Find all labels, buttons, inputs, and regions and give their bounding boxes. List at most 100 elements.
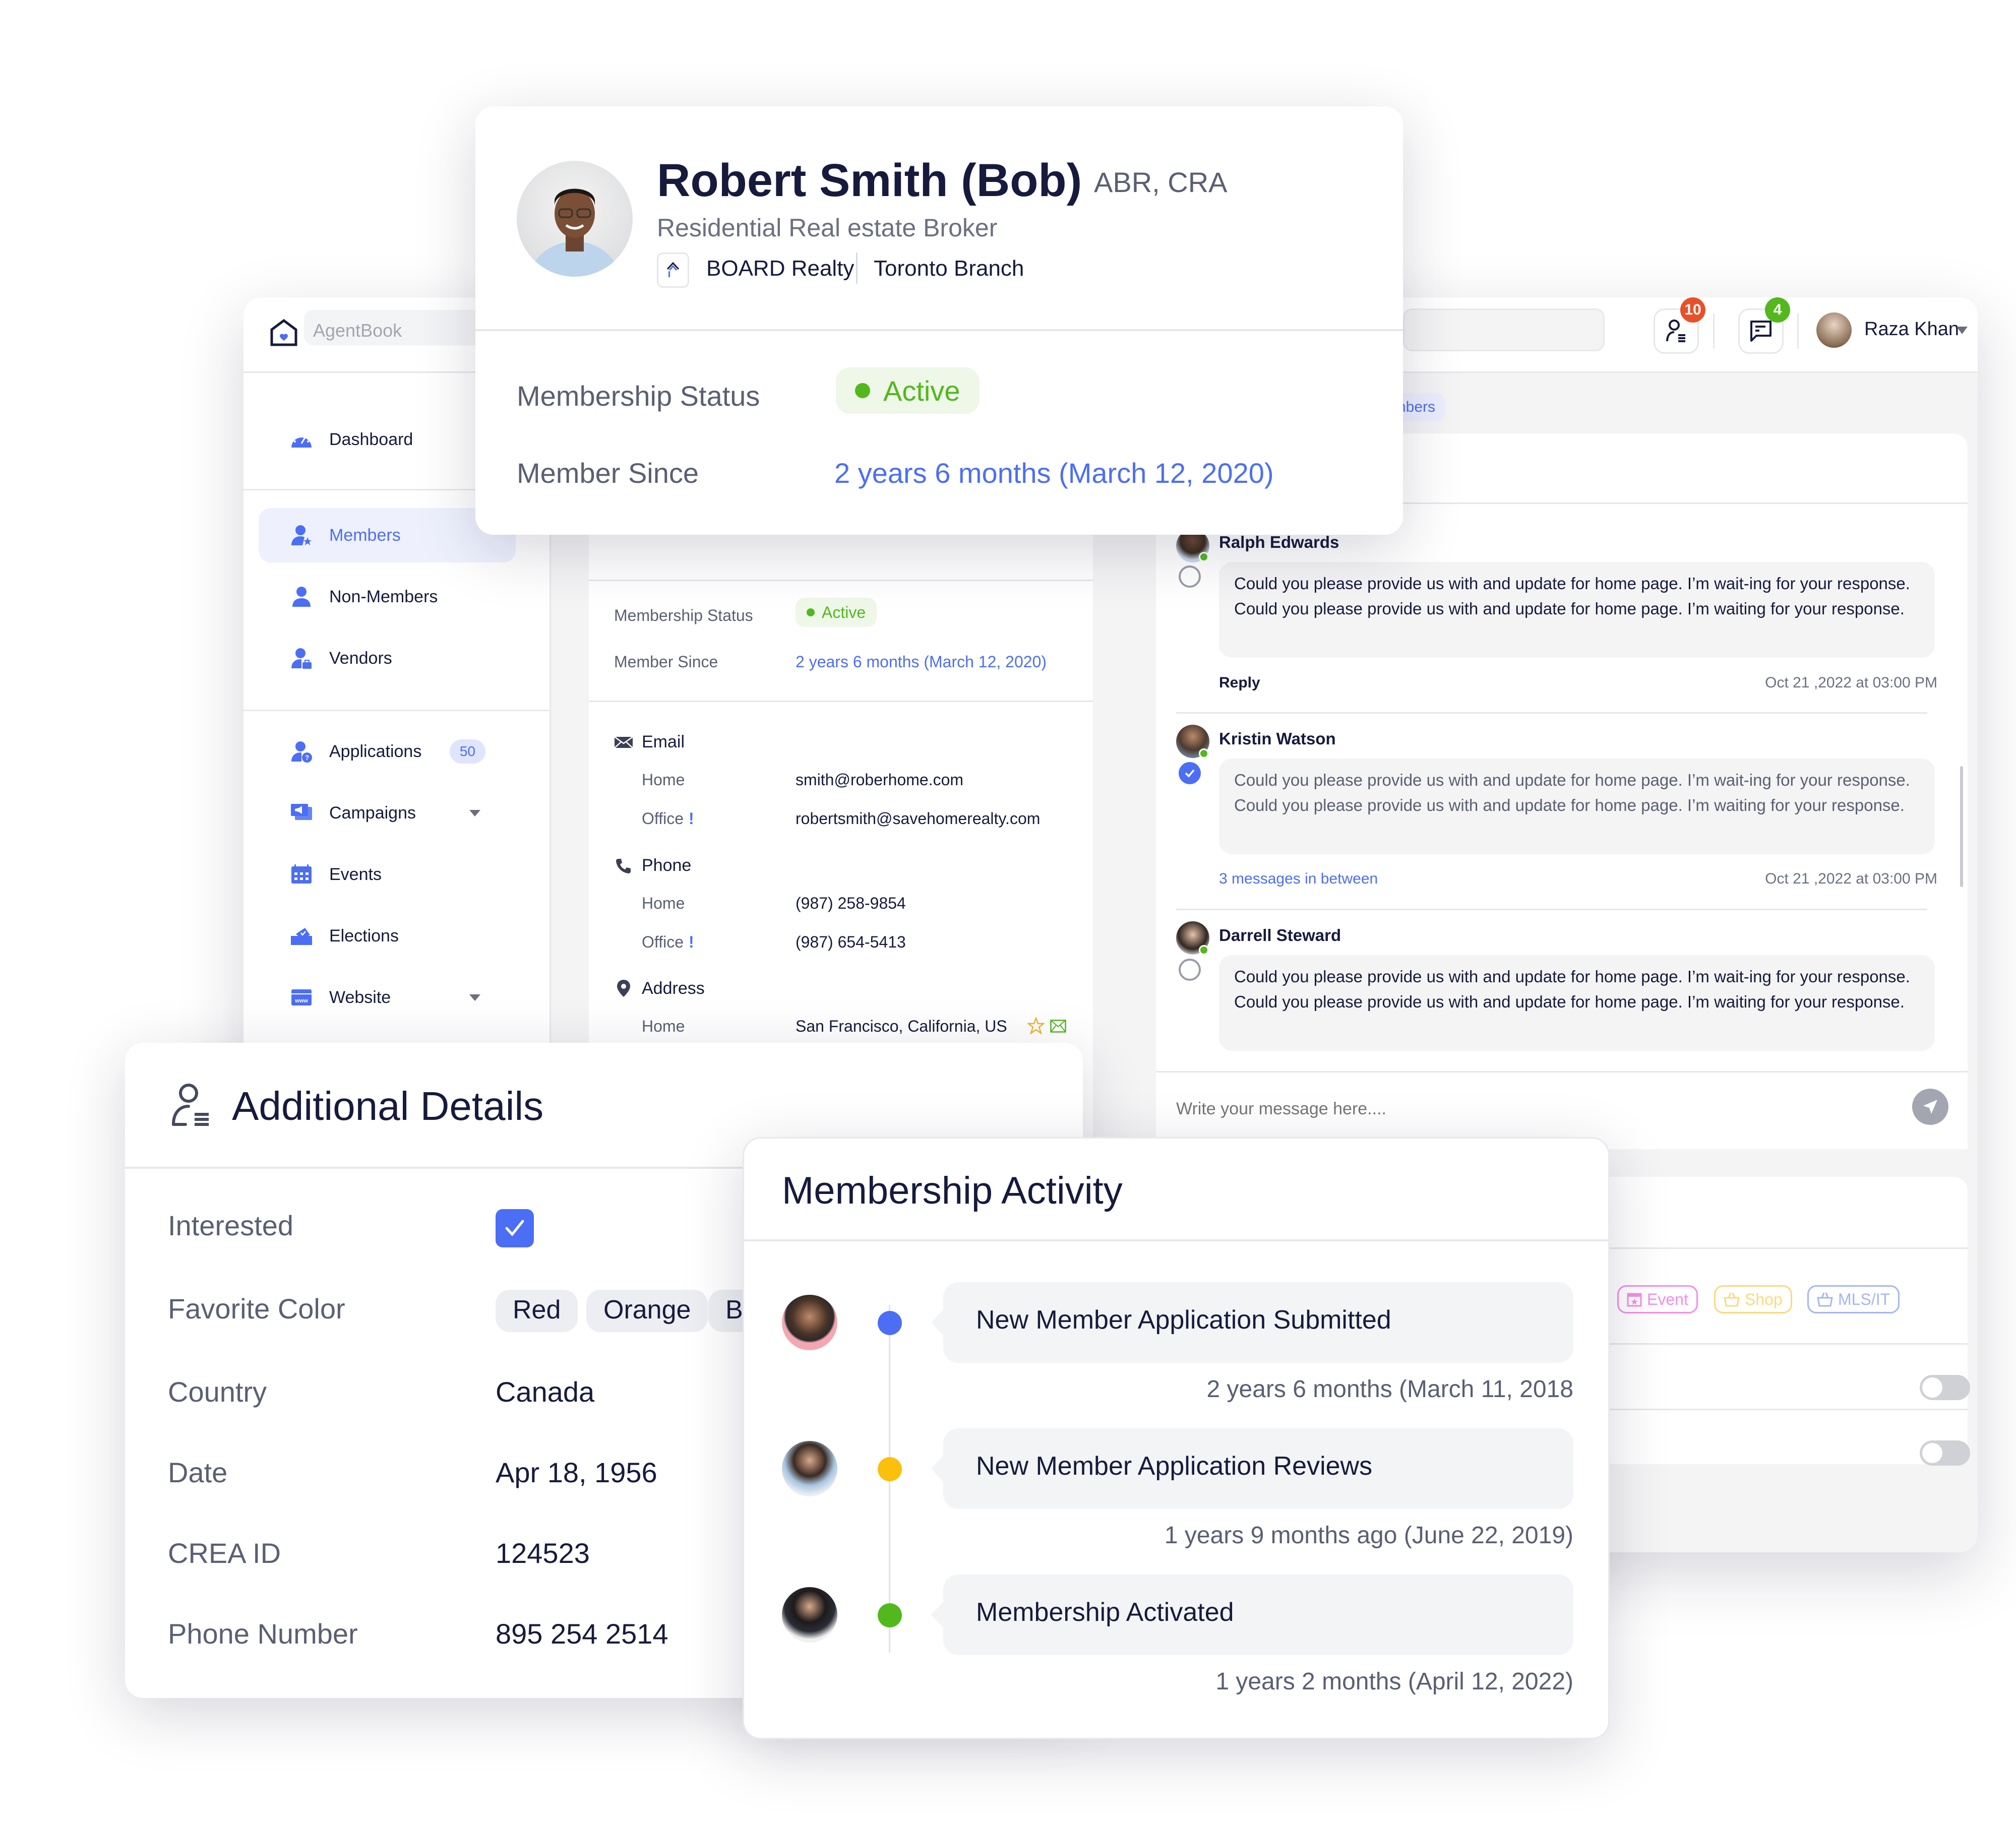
message-bubble: Could you please provide us with and upd…: [1219, 759, 1935, 854]
status-text: Active: [883, 374, 960, 407]
divider: [243, 710, 551, 711]
message-select-radio[interactable]: [1179, 565, 1201, 588]
favorite-color-label: Favorite Color: [168, 1293, 345, 1325]
color-chip-orange[interactable]: Orange: [586, 1290, 708, 1332]
profile-designations: ABR, CRA: [1094, 166, 1228, 198]
phone-icon: [615, 858, 631, 874]
scrollbar[interactable]: [1960, 766, 1963, 887]
label-text: Office: [642, 809, 684, 828]
reply-link[interactable]: Reply: [1219, 674, 1260, 691]
member-since-value[interactable]: 2 years 6 months (March 12, 2020): [834, 457, 1274, 489]
calendar-star-icon: [1627, 1293, 1642, 1307]
send-button[interactable]: [1912, 1089, 1948, 1125]
email-home-value[interactable]: smith@roberhome.com: [796, 771, 963, 789]
divider: [1600, 1247, 1968, 1249]
message-input[interactable]: [1176, 1091, 1882, 1126]
phone-office-value[interactable]: (987) 654-5413: [796, 933, 906, 952]
timeline-event-date: 1 years 2 months (April 12, 2022): [1215, 1668, 1573, 1695]
color-chip-red[interactable]: Red: [496, 1290, 578, 1332]
interest-tag-shop[interactable]: Shop: [1714, 1285, 1792, 1313]
campaigns-expand-caret-icon[interactable]: [469, 809, 480, 816]
sidebar-item-elections[interactable]: Elections: [259, 909, 516, 963]
email-home-label: Home: [642, 771, 685, 789]
message-bubble: Could you please provide us with and upd…: [1219, 562, 1935, 658]
people-requests-count-badge: 10: [1680, 297, 1705, 323]
interest-tag-event[interactable]: Event: [1617, 1285, 1698, 1313]
agentbook-logo-icon[interactable]: [269, 318, 299, 348]
user-avatar[interactable]: [1816, 312, 1852, 348]
event-avatar: [782, 1295, 837, 1350]
sidebar-item-campaigns[interactable]: Campaigns: [259, 786, 516, 840]
date-value: Apr 18, 1956: [496, 1457, 657, 1488]
user-name[interactable]: Raza Khan: [1864, 319, 1959, 340]
website-expand-caret-icon[interactable]: [469, 994, 480, 1001]
dashboard-gauge-icon: [289, 427, 314, 452]
sidebar-item-events[interactable]: Events: [259, 847, 516, 902]
preferences-panel: Event Shop MLS/IT: [1600, 1177, 1970, 1466]
message-select-radio[interactable]: [1179, 959, 1201, 981]
status-badge: Active: [796, 598, 877, 627]
svg-text:www: www: [294, 998, 308, 1004]
divider: [856, 253, 858, 284]
address-section-title: Address: [642, 979, 705, 998]
message-select-radio-checked[interactable]: [1179, 762, 1201, 784]
sidebar-item-label: Applications: [329, 741, 422, 761]
crea-id-label: CREA ID: [168, 1537, 281, 1569]
applications-count-badge: 50: [449, 739, 485, 764]
address-home-value[interactable]: San Francisco, California, US: [796, 1017, 1007, 1036]
address-home-label: Home: [642, 1017, 685, 1035]
sidebar-item-website[interactable]: www Website: [259, 970, 516, 1025]
applications-question-icon: ?: [289, 739, 314, 764]
profile-title: Residential Real estate Broker: [657, 214, 998, 242]
interested-checkbox[interactable]: [496, 1209, 534, 1247]
mail-icon[interactable]: [1050, 1020, 1066, 1035]
sidebar-item-vendors[interactable]: Vendors: [259, 631, 516, 685]
sidebar-item-label: Non-Members: [329, 587, 438, 606]
vendor-briefcase-icon: [289, 646, 314, 671]
messages-in-between-link[interactable]: 3 messages in between: [1219, 870, 1378, 888]
divider: [589, 701, 1093, 702]
sidebar-item-label: Campaigns: [329, 803, 416, 823]
divider: [1600, 1409, 1968, 1410]
timeline-event: New Member Application Reviews: [931, 1428, 1573, 1509]
person-list-icon: [1666, 320, 1685, 342]
toggle-switch[interactable]: [1920, 1375, 1970, 1400]
tag-label: MLS/IT: [1838, 1290, 1890, 1308]
phone-office-label: Office!: [642, 933, 694, 952]
envelope-icon: [614, 735, 633, 750]
divider: [1176, 712, 1927, 714]
crea-id-value: 124523: [496, 1537, 590, 1569]
send-paper-plane-icon: [1923, 1100, 1937, 1114]
message-author: Ralph Edwards: [1219, 533, 1339, 551]
phone-number-value: 895 254 2514: [496, 1618, 668, 1650]
user-menu-caret-icon[interactable]: [1957, 327, 1968, 334]
check-icon: [1185, 769, 1195, 778]
basket-icon: [1817, 1292, 1833, 1307]
interest-tag-mls-it[interactable]: MLS/IT: [1807, 1285, 1900, 1313]
divider: [1713, 313, 1715, 349]
phone-number-label: Phone Number: [168, 1618, 358, 1650]
tag-label: Event: [1647, 1290, 1688, 1308]
messages-count-badge: 4: [1765, 297, 1790, 323]
membership-activity-card: Membership Activity New Member Applicati…: [743, 1137, 1610, 1739]
sidebar-item-applications[interactable]: ? Applications 50: [259, 724, 516, 779]
member-since-value[interactable]: 2 years 6 months (March 12, 2020): [796, 653, 1047, 671]
message-author: Kristin Watson: [1219, 729, 1336, 748]
online-status-dot: [1199, 552, 1209, 562]
company-name[interactable]: BOARD Realty: [706, 256, 854, 281]
status-dot-icon: [807, 608, 815, 616]
sidebar-item-label: Elections: [329, 926, 399, 946]
branch-name[interactable]: Toronto Branch: [874, 256, 1024, 281]
email-office-value[interactable]: robertsmith@savehomerealty.com: [796, 809, 1040, 828]
check-icon: [505, 1220, 524, 1236]
phone-section-title: Phone: [642, 856, 692, 875]
star-icon[interactable]: [1026, 1016, 1046, 1037]
interested-label: Interested: [168, 1210, 294, 1241]
search-input[interactable]: [1403, 308, 1605, 351]
country-label: Country: [168, 1376, 267, 1408]
warning-exclamation-icon: !: [689, 809, 694, 828]
sidebar-item-non-members[interactable]: Non-Members: [259, 570, 516, 624]
toggle-switch[interactable]: [1920, 1440, 1970, 1466]
phone-home-value[interactable]: (987) 258-9854: [796, 894, 906, 913]
timeline-dot-yellow: [878, 1457, 902, 1481]
